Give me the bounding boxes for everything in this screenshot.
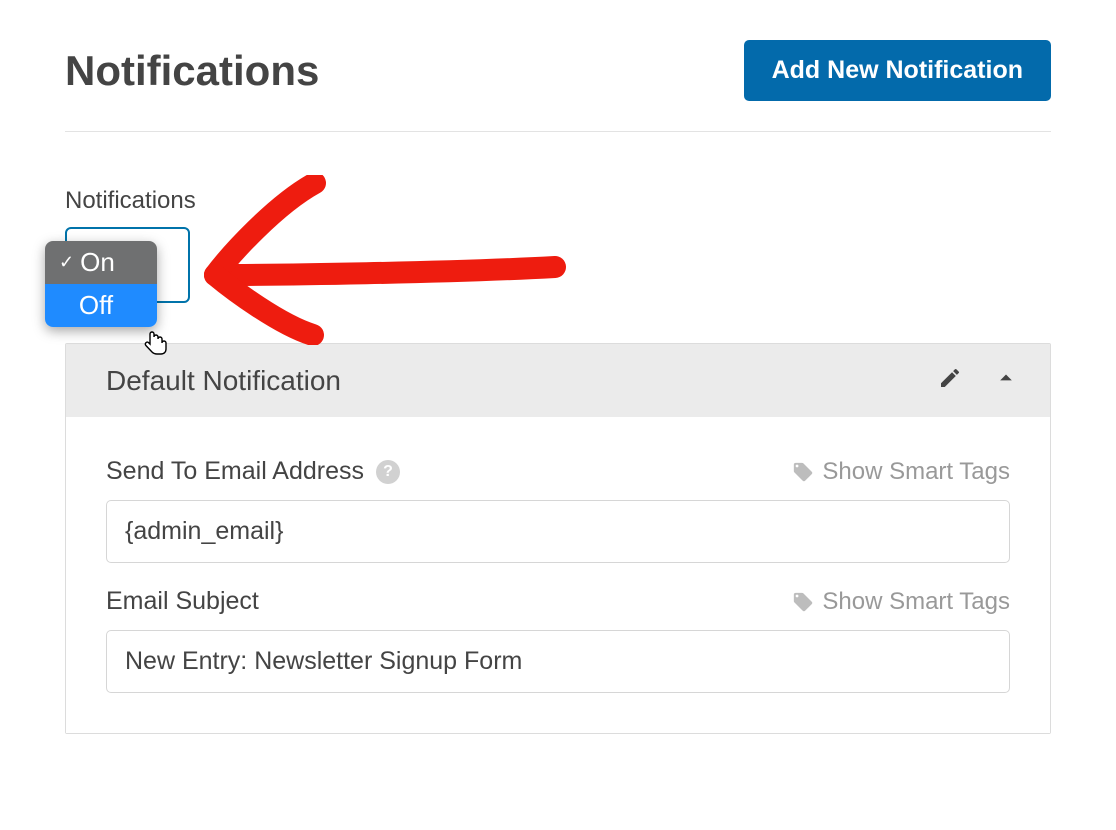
send-to-label: Send To Email Address ? bbox=[106, 457, 400, 486]
panel-header: Default Notification bbox=[66, 344, 1050, 417]
smart-tags-label: Show Smart Tags bbox=[822, 458, 1010, 486]
send-to-label-text: Send To Email Address bbox=[106, 457, 364, 486]
subject-label: Email Subject bbox=[106, 587, 259, 616]
subject-row: Email Subject Show Smart Tags bbox=[106, 587, 1010, 616]
cursor-icon bbox=[143, 330, 169, 360]
panel-title: Default Notification bbox=[106, 365, 341, 397]
tag-icon bbox=[792, 591, 814, 613]
page-header: Notifications Add New Notification bbox=[65, 40, 1051, 132]
notifications-section-label: Notifications bbox=[65, 187, 1051, 215]
toggle-dropdown[interactable]: ✓ On Off bbox=[45, 241, 157, 327]
add-notification-button[interactable]: Add New Notification bbox=[744, 40, 1051, 101]
toggle-option-on[interactable]: ✓ On bbox=[45, 241, 157, 284]
toggle-off-label: Off bbox=[79, 290, 113, 321]
page-title: Notifications bbox=[65, 47, 319, 95]
subject-smart-tags-link[interactable]: Show Smart Tags bbox=[792, 588, 1010, 616]
toggle-option-off[interactable]: Off bbox=[45, 284, 157, 327]
smart-tags-label: Show Smart Tags bbox=[822, 588, 1010, 616]
send-to-input[interactable] bbox=[106, 500, 1010, 563]
subject-input[interactable] bbox=[106, 630, 1010, 693]
send-to-smart-tags-link[interactable]: Show Smart Tags bbox=[792, 458, 1010, 486]
panel-actions bbox=[938, 364, 1020, 397]
edit-icon[interactable] bbox=[938, 366, 962, 395]
tag-icon bbox=[792, 461, 814, 483]
subject-label-text: Email Subject bbox=[106, 587, 259, 616]
notification-panel: Default Notification Send To Email Addre… bbox=[65, 343, 1051, 734]
send-to-row: Send To Email Address ? Show Smart Tags bbox=[106, 457, 1010, 486]
check-icon: ✓ bbox=[59, 252, 74, 273]
panel-body: Send To Email Address ? Show Smart Tags … bbox=[66, 417, 1050, 733]
help-icon[interactable]: ? bbox=[376, 460, 400, 484]
toggle-on-label: On bbox=[80, 247, 115, 278]
collapse-icon[interactable] bbox=[992, 364, 1020, 397]
notifications-toggle[interactable]: ✓ On Off bbox=[65, 227, 190, 303]
